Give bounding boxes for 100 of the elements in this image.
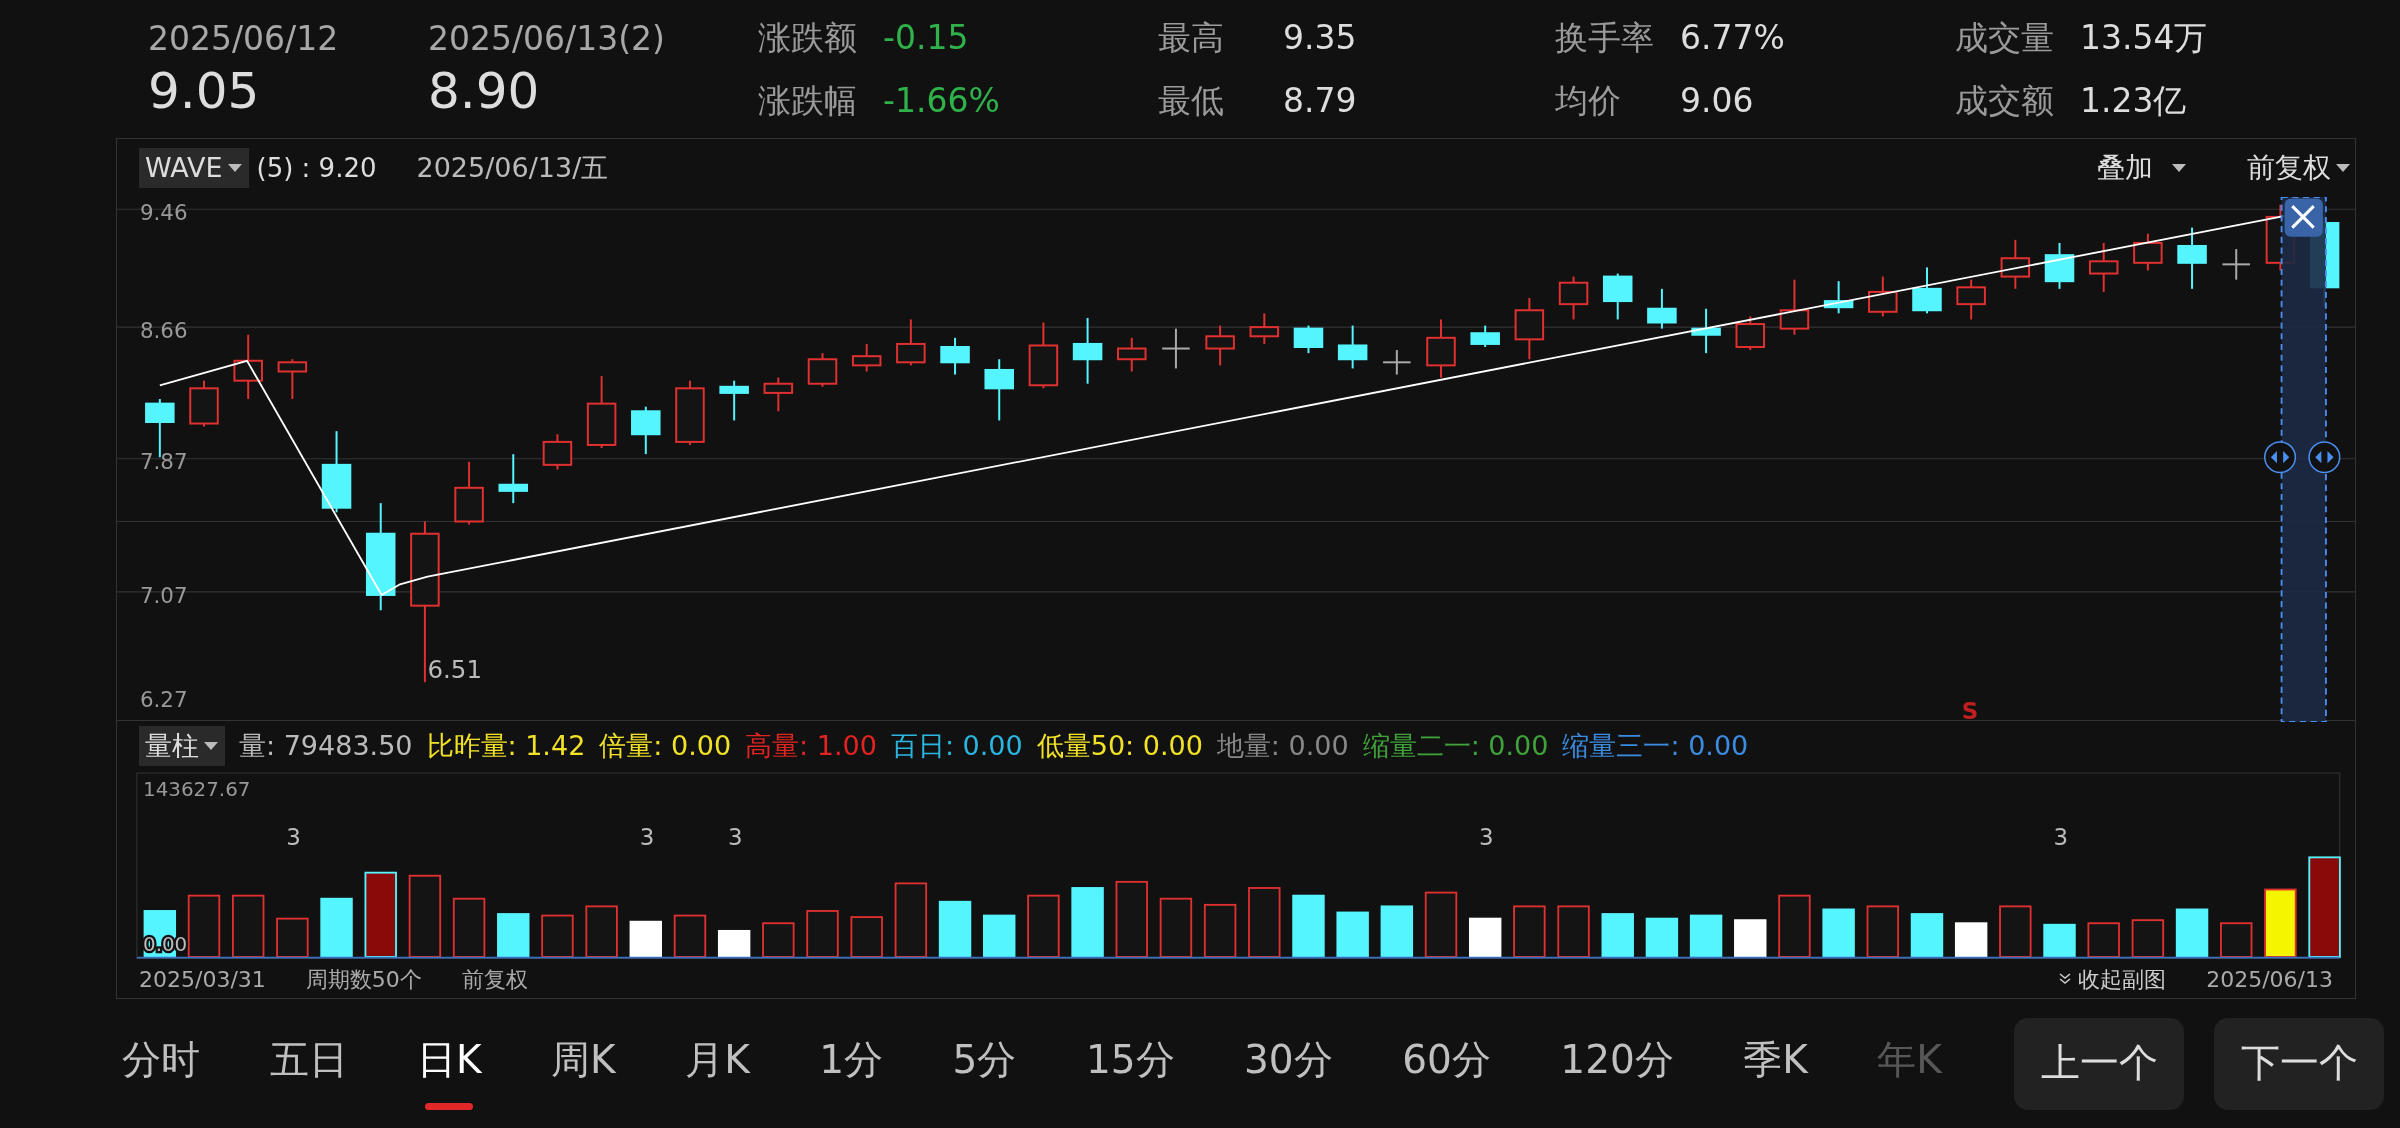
candlestick (1514, 297, 1545, 361)
stat-value: 8.79 (1283, 80, 1357, 122)
stat-value: 1.23亿 (2080, 80, 2187, 122)
doji-candlestick (1382, 349, 1412, 376)
indicator-value: 缩量二一: 0.00 (1362, 728, 1549, 763)
volume-bar (452, 897, 486, 958)
candlestick (1647, 287, 1677, 330)
volume-bar (585, 905, 618, 958)
candlestick (2133, 232, 2163, 272)
quote-price: 8.90 (428, 61, 541, 121)
period-count: 周期数50个 (305, 965, 422, 994)
candlestick (807, 352, 838, 388)
period-tab[interactable]: 120分 (1560, 1031, 1674, 1096)
period-tab[interactable]: 5分 (952, 1031, 1017, 1096)
period-tab[interactable]: 60分 (1402, 1031, 1491, 1096)
doji-candlestick (1161, 327, 1191, 370)
period-tab[interactable]: 15分 (1085, 1031, 1175, 1096)
volume-bar (1027, 894, 1060, 958)
start-date: 2025/03/31 (139, 965, 266, 994)
price-axis-label: 7.07 (139, 582, 188, 608)
volume-bar (1910, 913, 1944, 958)
volume-bar (2087, 922, 2120, 958)
adjust-dropdown[interactable]: 前复权 (2247, 147, 2351, 189)
volume-marker: 3 (2053, 824, 2068, 851)
indicator-value: 地量: 0.00 (1216, 728, 1349, 763)
period-tab[interactable]: 季K (1743, 1031, 1808, 1096)
price-axis-label: 6.27 (139, 686, 188, 712)
stat-value: 9.35 (1283, 16, 1357, 59)
caret-icon (2171, 163, 2187, 173)
volume-bar (1689, 914, 1723, 958)
nav-button[interactable]: 上一个 (2014, 1017, 2184, 1110)
caret-icon (2335, 163, 2351, 173)
collapse-button[interactable]: 收起副图 (2058, 962, 2167, 996)
candlestick (1602, 272, 1633, 321)
volume-bar (1380, 905, 1414, 958)
volume-axis-label: 143627.67 (143, 778, 251, 802)
indicator-dropdown[interactable]: WAVE (139, 148, 249, 188)
volume-bar (1203, 903, 1237, 958)
drag-handle[interactable] (2264, 441, 2297, 474)
volume-bar (231, 894, 265, 958)
candlestick (1470, 324, 1500, 348)
candlestick (1779, 278, 1810, 336)
volume-bar (983, 914, 1016, 958)
period-tab[interactable]: 日K (417, 1031, 482, 1096)
candlestick (1735, 315, 1766, 352)
volume-bar (1645, 917, 1679, 958)
indicator-value: 百日: 0.00 (890, 728, 1023, 763)
candlestick (763, 376, 794, 413)
period-tab[interactable]: 周K (551, 1031, 616, 1096)
stat-value: 6.77% (1680, 16, 1785, 59)
volume-bar (1822, 908, 1855, 958)
candlestick (719, 379, 749, 422)
candlestick (1956, 278, 1986, 321)
volume-bar (1601, 913, 1634, 958)
candlestick (1558, 275, 1589, 321)
period-tab[interactable]: 五日 (269, 1031, 348, 1096)
double-chevron-icon (2058, 972, 2073, 986)
volume-bar (187, 894, 221, 958)
candlestick (542, 433, 573, 471)
stat-value: 9.06 (1680, 80, 1754, 122)
candlestick (1868, 275, 1898, 318)
volume-bar (2264, 888, 2297, 958)
volume-bar (806, 910, 839, 958)
stat-label: 成交额 (1955, 80, 2055, 122)
indicator-reading: (5) : 9.20 (256, 151, 377, 185)
candlestick (1205, 324, 1235, 367)
period-tab[interactable]: 30分 (1244, 1031, 1333, 1096)
drag-handle[interactable] (2308, 441, 2341, 474)
indicator-value: 缩量三一: 0.00 (1562, 728, 1749, 763)
volume-indicator-dropdown[interactable]: 量柱 (139, 726, 225, 766)
nav-button[interactable]: 下一个 (2214, 1017, 2384, 1110)
volume-bar (1999, 905, 2032, 958)
candlestick (1028, 321, 1059, 390)
signal-marker: S (1961, 697, 1979, 722)
candlestick (2000, 238, 2031, 290)
candlestick (454, 460, 484, 526)
stat-label: 涨跌幅 (758, 80, 858, 122)
quote-date: 2025/06/12 (148, 18, 340, 60)
volume-bar (1424, 891, 1458, 958)
candlestick (675, 379, 705, 446)
period-tab[interactable]: 分时 (122, 1031, 200, 1096)
volume-bar (1336, 911, 1369, 958)
overlay-dropdown[interactable]: 叠加 (2097, 147, 2187, 189)
candlestick (189, 379, 219, 428)
period-tab[interactable]: 月K (685, 1031, 750, 1096)
volume-marker: 3 (639, 824, 655, 851)
volume-bar (629, 920, 662, 958)
candlestick (631, 405, 661, 456)
selected-underline (425, 1102, 474, 1110)
close-icon[interactable] (2284, 198, 2323, 237)
volume-bar (1071, 887, 1104, 958)
candlestick (498, 453, 529, 505)
caret-icon (203, 741, 219, 751)
period-tab[interactable]: 1分 (819, 1031, 884, 1096)
volume-bar (2220, 922, 2253, 958)
price-axis-label: 9.46 (139, 199, 188, 225)
candlestick (1691, 307, 1721, 355)
candlestick (1823, 280, 1854, 315)
volume-bar (2175, 908, 2209, 958)
volume-bar (1557, 905, 1590, 958)
